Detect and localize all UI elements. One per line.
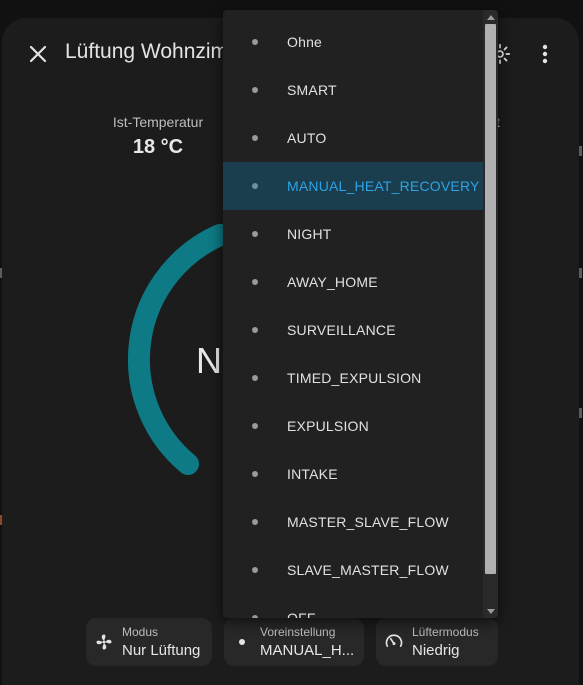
menu-item-label: EXPULSION bbox=[287, 418, 369, 434]
menu-item-label: MANUAL_HEAT_RECOVERY bbox=[287, 178, 480, 194]
gauge-center-text: N bbox=[196, 340, 222, 381]
menu-item-label: INTAKE bbox=[287, 466, 338, 482]
menu-item[interactable]: SMART bbox=[223, 66, 483, 114]
menu-item-label: SLAVE_MASTER_FLOW bbox=[287, 562, 449, 578]
fan-mode-chip-label: Lüftermodus bbox=[412, 625, 479, 639]
bullet-icon bbox=[252, 135, 258, 141]
menu-item-label: OFF bbox=[287, 610, 316, 618]
fan-mode-chip[interactable]: Lüftermodus Niedrig bbox=[376, 618, 498, 666]
menu-item[interactable]: SLAVE_MASTER_FLOW bbox=[223, 546, 483, 594]
preset-chip[interactable]: Voreinstellung MANUAL_H... bbox=[224, 618, 364, 666]
menu-item[interactable]: AUTO bbox=[223, 114, 483, 162]
menu-item[interactable]: INTAKE bbox=[223, 450, 483, 498]
fan-icon bbox=[86, 633, 122, 651]
fan-mode-chip-value: Niedrig bbox=[412, 642, 460, 659]
menu-item-label: MASTER_SLAVE_FLOW bbox=[287, 514, 449, 530]
dot-icon bbox=[224, 638, 260, 646]
bullet-icon bbox=[252, 567, 258, 573]
menu-item-label: SMART bbox=[287, 82, 337, 98]
menu-item-label: AWAY_HOME bbox=[287, 274, 378, 290]
bullet-icon bbox=[252, 615, 258, 618]
menu-item-label: Ohne bbox=[287, 34, 323, 50]
menu-item-label: SURVEILLANCE bbox=[287, 322, 396, 338]
bullet-icon bbox=[252, 471, 258, 477]
preset-chip-label: Voreinstellung bbox=[260, 625, 336, 639]
mode-chip-value: Nur Lüftung bbox=[122, 642, 201, 659]
background-edge-mark bbox=[579, 268, 582, 278]
menu-item-label: NIGHT bbox=[287, 226, 332, 242]
scrollbar-thumb[interactable] bbox=[485, 24, 496, 574]
preset-chip-value: MANUAL_H... bbox=[260, 642, 355, 659]
menu-scrollbar[interactable] bbox=[483, 10, 498, 618]
menu-item[interactable]: OFF bbox=[223, 594, 483, 618]
bullet-icon bbox=[252, 423, 258, 429]
menu-item[interactable]: TIMED_EXPULSION bbox=[223, 354, 483, 402]
menu-item-label: TIMED_EXPULSION bbox=[287, 370, 422, 386]
menu-item[interactable]: NIGHT bbox=[223, 210, 483, 258]
mode-chip[interactable]: Modus Nur Lüftung bbox=[86, 618, 212, 666]
menu-item[interactable]: EXPULSION bbox=[223, 402, 483, 450]
bullet-icon bbox=[252, 519, 258, 525]
menu-item-selected[interactable]: MANUAL_HEAT_RECOVERY bbox=[223, 162, 483, 210]
menu-item-label: AUTO bbox=[287, 130, 327, 146]
menu-item[interactable]: Ohne bbox=[223, 18, 483, 66]
speedometer-icon bbox=[376, 632, 412, 652]
bullet-icon bbox=[252, 231, 258, 237]
scroll-up-arrow-icon[interactable] bbox=[483, 11, 498, 23]
bullet-icon bbox=[252, 375, 258, 381]
bullet-icon bbox=[252, 87, 258, 93]
bullet-icon bbox=[252, 39, 258, 45]
bullet-icon bbox=[252, 183, 258, 189]
mode-chip-label: Modus bbox=[122, 625, 159, 639]
scroll-down-arrow-icon[interactable] bbox=[483, 605, 498, 617]
menu-item[interactable]: AWAY_HOME bbox=[223, 258, 483, 306]
background-edge-mark bbox=[579, 146, 582, 156]
menu-item[interactable]: SURVEILLANCE bbox=[223, 306, 483, 354]
preset-dropdown-menu: Ohne SMART AUTO MANUAL_HEAT_RECOVERY NIG… bbox=[223, 10, 498, 618]
background-edge-mark bbox=[579, 408, 582, 418]
bullet-icon bbox=[252, 279, 258, 285]
bullet-icon bbox=[252, 327, 258, 333]
menu-item[interactable]: MASTER_SLAVE_FLOW bbox=[223, 498, 483, 546]
